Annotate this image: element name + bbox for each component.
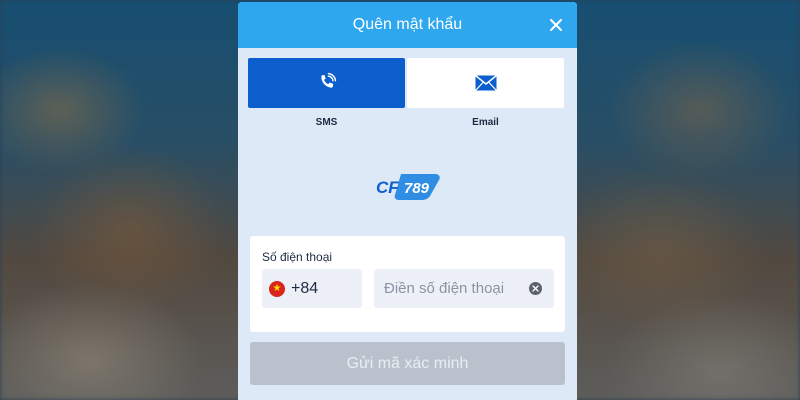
phone-input-card: Số điện thoại ★ +84	[250, 236, 565, 332]
close-button[interactable]	[545, 14, 567, 36]
cf789-logo: CF 789	[376, 174, 440, 200]
phone-icon	[320, 72, 336, 88]
dial-code: +84	[291, 279, 319, 297]
phone-number-input[interactable]	[384, 280, 524, 297]
brand-logo: CF 789	[238, 168, 577, 202]
logo-cf-text: CF	[376, 178, 399, 197]
clear-icon	[532, 285, 539, 292]
email-method-label: Email	[472, 117, 499, 128]
phone-row: ★ +84	[262, 269, 554, 308]
recovery-method-tabs: SMS Email	[238, 58, 577, 128]
clear-input-button[interactable]	[529, 282, 542, 295]
email-method-button[interactable]	[407, 58, 564, 108]
forgot-password-dialog: Quên mật khẩu SMS Email CF 789 Số điện t…	[238, 2, 577, 400]
envelope-icon	[474, 75, 497, 91]
send-code-button[interactable]: Gửi mã xác minh	[250, 342, 565, 385]
vietnam-flag-icon: ★	[269, 280, 285, 297]
sms-method-label: SMS	[315, 117, 338, 128]
method-email: Email	[407, 58, 564, 128]
dialog-title: Quên mật khẩu	[352, 16, 463, 33]
phone-field-label: Số điện thoại	[262, 250, 333, 264]
close-icon	[550, 19, 562, 31]
country-code-selector[interactable]: ★ +84	[262, 269, 362, 308]
logo-number-text: 789	[404, 180, 430, 197]
method-sms: SMS	[248, 58, 405, 128]
sms-method-button[interactable]	[248, 58, 405, 108]
phone-input-wrap	[374, 269, 554, 308]
dialog-header: Quên mật khẩu	[238, 2, 577, 48]
